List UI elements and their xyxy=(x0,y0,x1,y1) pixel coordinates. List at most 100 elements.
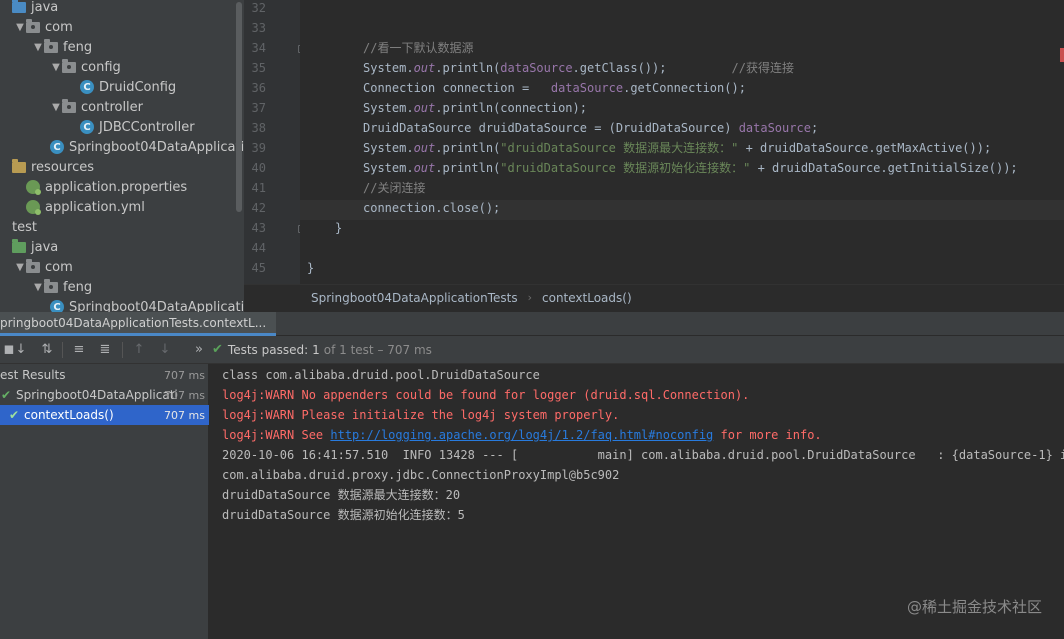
project-tree-item-label: com xyxy=(45,259,73,275)
package-icon xyxy=(26,258,40,273)
test-status-detail: of 1 test – 707 ms xyxy=(323,342,432,357)
project-tree-item[interactable]: application.properties xyxy=(0,177,244,197)
collapse-all-icon[interactable]: ≣ xyxy=(96,341,114,359)
project-tree-item[interactable]: ▼ com xyxy=(0,17,244,37)
project-tree-item[interactable]: ▼ com xyxy=(0,257,244,277)
code-token: .println( xyxy=(435,61,501,75)
console-line: log4j:WARN No appenders could be found f… xyxy=(222,385,749,405)
project-tree-item-label: controller xyxy=(81,99,144,115)
line-number: 34 xyxy=(251,41,266,55)
code-token: System. xyxy=(363,101,414,115)
error-stripe-marker[interactable] xyxy=(1060,48,1064,62)
resources-folder-icon xyxy=(12,158,26,173)
code-token: } xyxy=(307,261,315,275)
test-runner-toolbar: ◼ ↓ ⇅ ≡ ≣ ↑ ↓ » ✔ Tests passed: 1 of 1 t… xyxy=(0,336,1064,364)
project-tree-item-label: JDBCController xyxy=(99,119,195,135)
class-icon: C xyxy=(80,80,94,94)
chevron-down-icon[interactable]: ▼ xyxy=(32,42,44,53)
test-result-time: 707 ms xyxy=(164,368,205,382)
code-token: Connection connection = xyxy=(363,81,551,95)
project-tree-item[interactable]: java xyxy=(0,237,244,257)
console-output[interactable]: class com.alibaba.druid.pool.DruidDataSo… xyxy=(210,364,1064,639)
project-tree-item[interactable]: ▼ feng xyxy=(0,37,244,57)
code-token: System. xyxy=(363,141,414,155)
project-tree-item[interactable]: java xyxy=(0,0,244,17)
more-actions-icon[interactable]: » xyxy=(190,341,208,359)
project-tree-item[interactable]: C JDBCController xyxy=(0,117,244,137)
test-result-label: contextLoads() xyxy=(24,408,114,422)
project-tree-item-label: feng xyxy=(63,39,93,55)
project-tree-item[interactable]: C Springboot04DataApplicationT xyxy=(0,297,244,312)
test-result-item[interactable]: ✔ contextLoads() 707 ms xyxy=(0,405,209,425)
console-text: log4j:WARN Please initialize the log4j s… xyxy=(222,408,620,422)
code-token: dataSource xyxy=(550,81,624,95)
chevron-down-icon[interactable]: ▼ xyxy=(14,22,26,33)
test-result-item[interactable]: est Results 707 ms xyxy=(0,365,209,385)
code-token: dataSource xyxy=(738,121,811,135)
project-tree-item-label: com xyxy=(45,19,73,35)
console-line: log4j:WARN See http://logging.apache.org… xyxy=(222,425,822,445)
test-result-item[interactable]: ✔ Springboot04DataApplicati 707 ms xyxy=(0,385,209,405)
code-line: //关闭连接 xyxy=(363,178,425,198)
project-tree-item[interactable]: ▼ feng xyxy=(0,277,244,297)
sort-by-duration-icon[interactable]: ⇅ xyxy=(38,341,56,359)
console-line: 2020-10-06 16:41:57.510 INFO 13428 --- [… xyxy=(222,445,1064,465)
project-tree-item-label: DruidConfig xyxy=(99,79,177,95)
breadcrumb-method[interactable]: contextLoads() xyxy=(542,291,632,305)
expand-all-icon[interactable]: ≡ xyxy=(70,341,88,359)
code-token: "druidDataSource 数据源初始化连接数：" xyxy=(500,161,751,175)
test-folder-icon xyxy=(12,238,26,253)
line-number: 40 xyxy=(251,161,266,175)
project-tree-item-label: Springboot04DataApplication xyxy=(69,139,244,155)
code-token: .getClass()); xyxy=(572,61,732,75)
code-token: out xyxy=(413,161,436,175)
editor-gutter: 32 33 34 35 36 37 38 39 40 41 42 43 44 45 xyxy=(244,0,306,284)
code-token: //关闭连接 xyxy=(363,181,426,195)
code-token: .getConnection(); xyxy=(623,81,746,95)
chevron-down-icon[interactable]: ▼ xyxy=(50,102,62,113)
console-line: druidDataSource 数据源初始化连接数：5 xyxy=(222,505,465,525)
console-text: com.alibaba.druid.proxy.jdbc.ConnectionP… xyxy=(222,468,620,482)
project-tree-item-label: test xyxy=(12,219,37,235)
code-token: .println( xyxy=(435,141,501,155)
console-text: log4j:WARN No appenders could be found f… xyxy=(222,388,750,402)
class-icon: C xyxy=(50,300,64,312)
project-tree-item[interactable]: application.yml xyxy=(0,197,244,217)
chevron-down-icon[interactable]: ▼ xyxy=(32,282,44,293)
sort-alphabetically-icon[interactable]: ↓ xyxy=(12,341,30,359)
code-line: connection.close(); xyxy=(363,198,500,218)
code-token: + druidDataSource.getInitialSize()); xyxy=(750,161,1018,175)
project-tree-item[interactable]: ▼ controller xyxy=(0,97,244,117)
project-tree-item[interactable]: C DruidConfig xyxy=(0,77,244,97)
project-tree-item-label: java xyxy=(31,0,59,15)
line-number: 43 xyxy=(251,221,266,235)
console-line: druidDataSource 数据源最大连接数：20 xyxy=(222,485,460,505)
project-tree-item[interactable]: resources xyxy=(0,157,244,177)
line-number: 32 xyxy=(251,1,266,15)
project-tree-item[interactable]: test xyxy=(0,217,244,237)
code-token: + druidDataSource.getMaxActive()); xyxy=(738,141,992,155)
next-failed-icon[interactable]: ↓ xyxy=(156,341,174,359)
breadcrumb-class[interactable]: Springboot04DataApplicationTests xyxy=(311,291,518,305)
package-icon xyxy=(62,58,76,73)
code-token: dataSource xyxy=(500,61,573,75)
project-tree-item[interactable]: ▼ config xyxy=(0,57,244,77)
breadcrumb: Springboot04DataApplicationTests › conte… xyxy=(244,284,1064,310)
code-line: System.out.println("druidDataSource 数据源最… xyxy=(363,138,991,158)
project-scrollbar[interactable] xyxy=(236,2,242,212)
code-token: } xyxy=(335,221,343,235)
chevron-down-icon[interactable]: ▼ xyxy=(14,262,26,273)
breadcrumb-separator: › xyxy=(527,291,532,304)
test-status-count: 1 xyxy=(312,342,320,357)
previous-failed-icon[interactable]: ↑ xyxy=(130,341,148,359)
run-tab[interactable]: pringboot04DataApplicationTests.contextL… xyxy=(0,312,276,336)
code-editor[interactable]: //看一下默认数据源 System.out.println(dataSource.… xyxy=(300,0,1064,284)
code-token: out xyxy=(413,141,436,155)
code-token: connection.close(); xyxy=(363,201,501,215)
project-tree-item[interactable]: C Springboot04DataApplication xyxy=(0,137,244,157)
code-line: } xyxy=(307,258,314,278)
console-link[interactable]: http://logging.apache.org/log4j/1.2/faq.… xyxy=(330,428,713,442)
test-results-tree: est Results 707 ms ✔ Springboot04DataApplic… xyxy=(0,364,209,639)
code-token: DruidDataSource druidDataSource = (Druid… xyxy=(363,121,739,135)
chevron-down-icon[interactable]: ▼ xyxy=(50,62,62,73)
